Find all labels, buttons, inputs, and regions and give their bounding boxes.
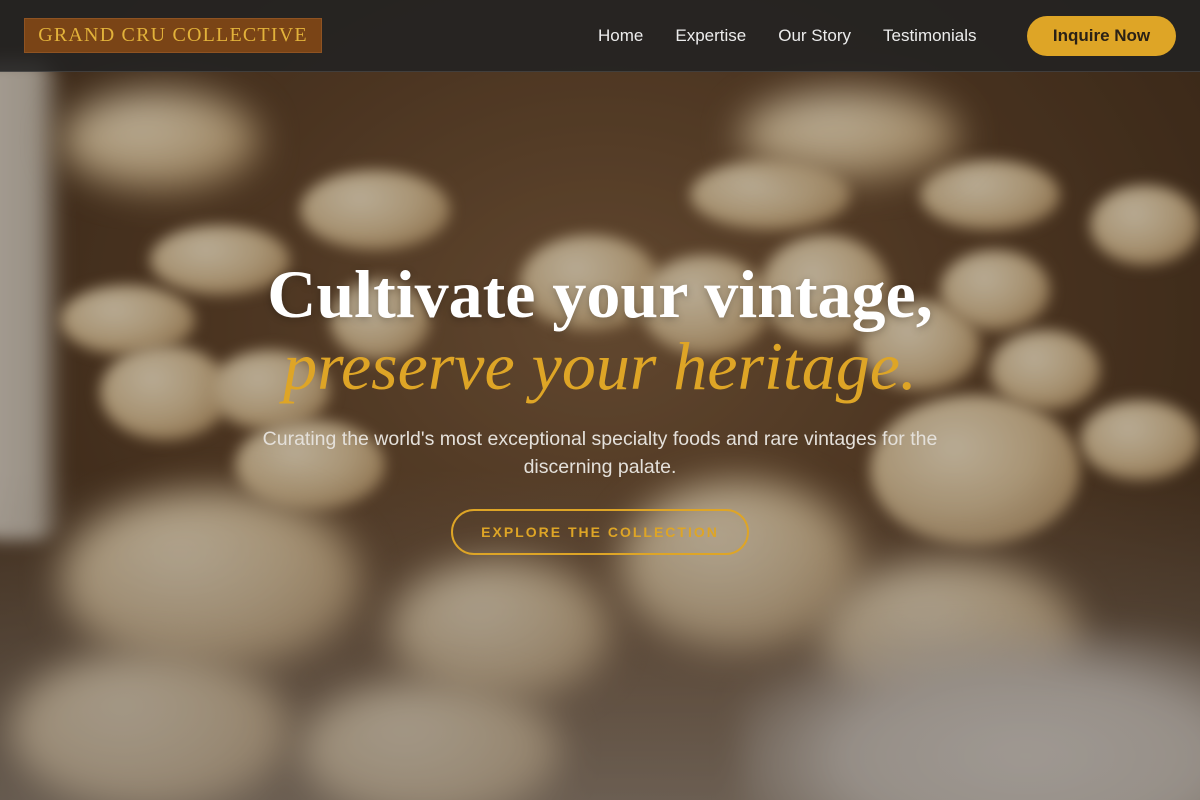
hero-headline: Cultivate your vintage, — [267, 256, 933, 332]
explore-collection-button[interactable]: EXPLORE THE COLLECTION — [451, 509, 749, 555]
hero-headline-accent: preserve your heritage. — [283, 328, 917, 404]
hero-subtext: Curating the world's most exceptional sp… — [262, 428, 938, 478]
hero-section: Cultivate your vintage, preserve your he… — [0, 0, 1200, 800]
